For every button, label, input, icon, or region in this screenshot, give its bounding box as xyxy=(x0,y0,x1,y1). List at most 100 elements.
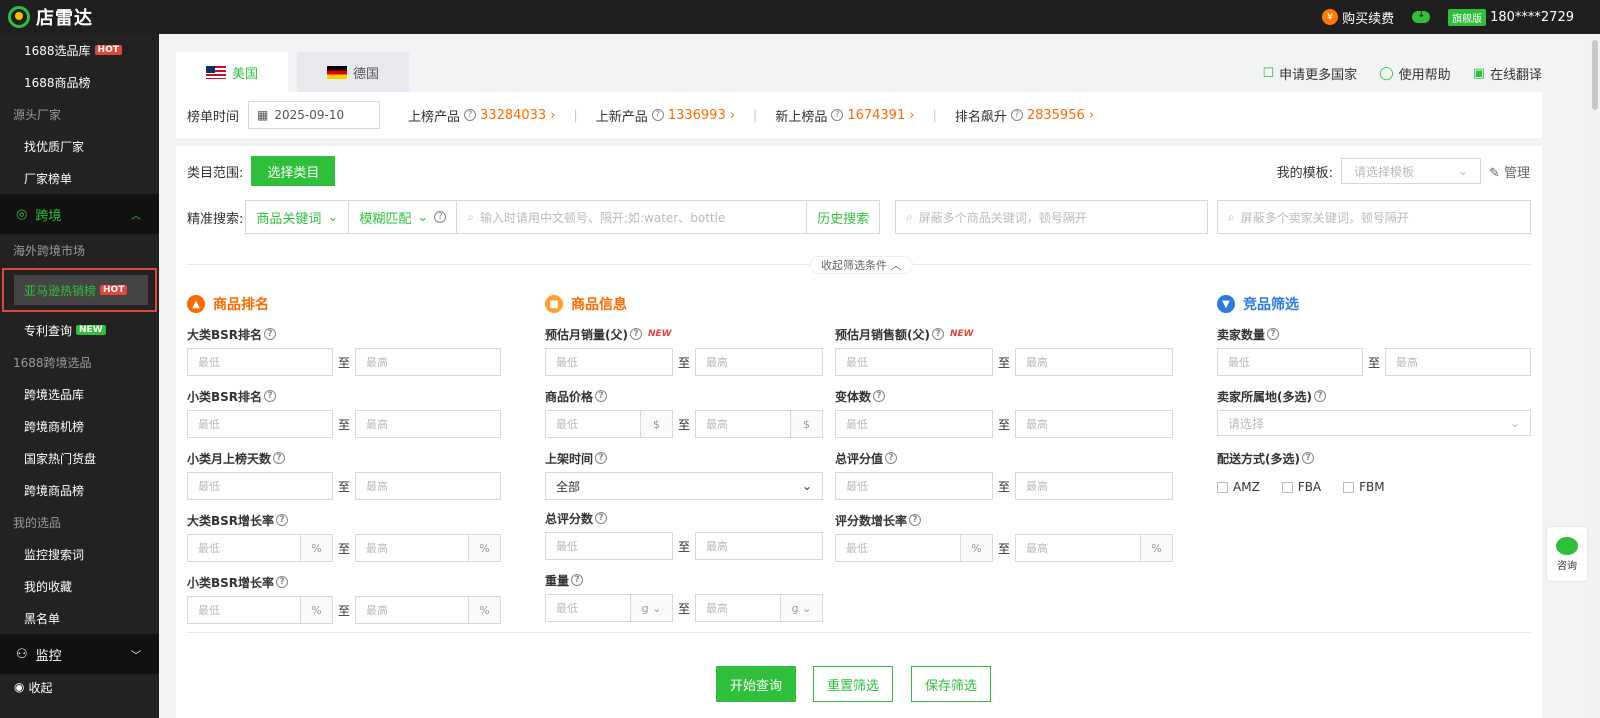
max-input[interactable]: 最高% xyxy=(1015,534,1173,562)
max-input[interactable]: 最高 $ xyxy=(695,410,823,438)
min-input[interactable]: 最低 xyxy=(187,410,333,438)
min-input[interactable]: 最低 xyxy=(545,348,673,376)
max-input[interactable]: 最高 xyxy=(1015,410,1173,438)
min-input[interactable]: 最低 xyxy=(1217,348,1363,376)
select-category-button[interactable]: 选择类目 xyxy=(251,156,336,186)
placeholder: 最低 xyxy=(198,604,220,617)
search-type-select[interactable]: 商品关键词 ⌄ xyxy=(246,201,350,233)
stat-newly-listed[interactable]: 新上榜品? 1674391 › xyxy=(775,106,914,125)
logo[interactable]: 店雷达 xyxy=(0,4,93,30)
download-cloud-icon[interactable] xyxy=(1412,9,1431,23)
scrollbar[interactable] xyxy=(1590,34,1600,718)
listing-time-select[interactable]: 全部 ⌄ xyxy=(545,472,823,500)
checkbox-fba[interactable]: FBA xyxy=(1281,480,1321,494)
sidebar-item-label: 跨境选品库 xyxy=(24,387,85,402)
max-input[interactable]: 最高 xyxy=(1015,472,1173,500)
keyword-search-input[interactable]: ⌕ 输入时请用中文顿号、隔开;如:water、bottle xyxy=(457,201,808,233)
checkbox-amz[interactable]: AMZ xyxy=(1217,480,1260,494)
sidebar-group-source: 源头厂家 xyxy=(13,107,62,122)
help-link[interactable]: ◯ 使用帮助 xyxy=(1379,64,1451,83)
translate-link[interactable]: ▣ 在线翻译 xyxy=(1473,64,1542,83)
section-title-info: ■ 商品信息 xyxy=(545,294,627,314)
max-input[interactable]: 最高 xyxy=(355,348,501,376)
help-icon: ◯ xyxy=(1379,66,1394,81)
min-input[interactable]: 最低 $ xyxy=(545,410,673,438)
history-search-button[interactable]: 历史搜索 xyxy=(807,201,879,233)
seller-region-select[interactable]: 请选择 ⌄ xyxy=(1217,410,1531,436)
sidebar-item-cross-library[interactable]: 跨境选品库 xyxy=(0,378,159,410)
min-input[interactable]: 最低 g ⌄ xyxy=(545,594,673,622)
max-input[interactable]: 最高 xyxy=(695,348,823,376)
sidebar-item-patent[interactable]: 专利查询 NEW xyxy=(0,314,159,346)
min-input[interactable]: 最低 xyxy=(187,472,333,500)
field-label: 评分数增长率 xyxy=(835,513,908,528)
tab-germany[interactable]: 德国 xyxy=(297,52,409,92)
max-input[interactable]: 最高 g ⌄ xyxy=(695,594,823,622)
sidebar-item-cross-opportunity[interactable]: 跨境商机榜 xyxy=(0,410,159,442)
min-input[interactable]: 最低 xyxy=(545,532,673,560)
sidebar-item-1688-ranking[interactable]: 1688商品榜 xyxy=(0,66,159,98)
max-input[interactable]: 最高 xyxy=(355,472,501,500)
template-select[interactable]: 请选择模板 ⌄ xyxy=(1340,158,1481,184)
sidebar-item-1688-library[interactable]: 1688选品库 HOT xyxy=(0,34,159,66)
stat-label: 上榜产品 xyxy=(408,109,461,125)
max-input[interactable]: 最高% xyxy=(355,534,501,562)
sidebar-item-favorites[interactable]: 我的收藏 xyxy=(0,570,159,602)
max-input[interactable]: 最高 xyxy=(1385,348,1531,376)
collapse-filters-button[interactable]: 收起筛选条件 ︿ xyxy=(810,256,913,274)
unit-select[interactable]: g ⌄ xyxy=(780,595,822,621)
sidebar-item-find-factory[interactable]: 找优质厂家 xyxy=(0,130,159,162)
consult-widget[interactable]: 咨询 xyxy=(1546,526,1588,582)
match-type-select[interactable]: 模糊匹配 ⌄? xyxy=(349,201,458,233)
tab-usa[interactable]: 美国 xyxy=(176,52,288,92)
reset-filters-button[interactable]: 重置筛选 xyxy=(813,666,893,702)
stat-listed[interactable]: 上榜产品? 33284033 › xyxy=(408,106,555,125)
placeholder: 最低 xyxy=(198,418,220,431)
max-input[interactable]: 最高 xyxy=(695,532,823,560)
checkbox-box xyxy=(1343,481,1355,493)
save-filters-button[interactable]: 保存筛选 xyxy=(911,666,991,702)
min-input[interactable]: 最低 xyxy=(835,410,993,438)
sidebar-item-cross-products[interactable]: 跨境商品榜 xyxy=(0,474,159,506)
min-input[interactable]: 最低% xyxy=(835,534,993,562)
min-input[interactable]: 最低% xyxy=(187,596,333,624)
top-bar: 店雷达 ¥ 购买续费 旗舰版 180****2729 xyxy=(0,0,1600,34)
sidebar-category-cross-border[interactable]: ◎ 跨境 ︿ xyxy=(0,194,159,234)
max-input[interactable]: 最高% xyxy=(355,596,501,624)
unit-select[interactable]: g ⌄ xyxy=(630,595,672,621)
sidebar-item-amazon-bestsellers[interactable]: 亚马逊热销榜 HOT xyxy=(14,275,148,305)
stat-new-products[interactable]: 上新产品? 1336993 › xyxy=(596,106,735,125)
min-input[interactable]: 最低% xyxy=(187,534,333,562)
person-icon: ⚇ xyxy=(16,646,28,662)
request-countries-link[interactable]: ☐ 申请更多国家 xyxy=(1262,64,1357,83)
yen-icon: ¥ xyxy=(1322,9,1339,25)
min-input[interactable]: 最低 xyxy=(835,348,993,376)
divider: | xyxy=(752,107,758,123)
sidebar-item-blacklist[interactable]: 黑名单 xyxy=(0,602,159,634)
min-input[interactable]: 最低 xyxy=(835,472,993,500)
max-input[interactable]: 最高 xyxy=(355,410,501,438)
buy-renew-button[interactable]: ¥ 购买续费 xyxy=(1322,8,1394,27)
sidebar-category-monitor[interactable]: ⚇ 监控 ﹀ xyxy=(0,634,159,674)
user-menu[interactable]: 旗舰版 180****2729 xyxy=(1448,8,1574,26)
scrollbar-thumb[interactable] xyxy=(1592,40,1598,110)
stat-rank-surge[interactable]: 排名飙升? 2835956 › xyxy=(955,106,1094,125)
start-query-button[interactable]: 开始查询 xyxy=(716,666,796,702)
sidebar-item-country-hot[interactable]: 国家热门货盘 xyxy=(0,442,159,474)
min-input[interactable]: 最低 xyxy=(187,348,333,376)
field-small-days: 小类月上榜天数? 最低 至 最高 xyxy=(187,450,501,500)
sidebar-item-monitor-keywords[interactable]: 监控搜索词 xyxy=(0,538,159,570)
sidebar-collapse-button[interactable]: ◉ 收起 xyxy=(0,674,159,700)
sidebar-item-factory-ranking[interactable]: 厂家榜单 xyxy=(0,162,159,194)
sidebar-group-overseas: 海外跨境市场 xyxy=(13,243,86,258)
block-product-keywords-input[interactable]: ⌕ 屏蔽多个商品关键词，顿号隔开 xyxy=(895,200,1208,234)
max-input[interactable]: 最高 xyxy=(1015,348,1173,376)
date-picker[interactable]: ▦ 2025-09-10 xyxy=(248,101,381,129)
chevron-right-icon: › xyxy=(729,107,735,123)
block-seller-keywords-input[interactable]: ⌕ 屏蔽多个卖家关键词，顿号隔开 xyxy=(1217,200,1531,234)
placeholder: 最低 xyxy=(198,480,220,493)
sidebar: 1688选品库 HOT 1688商品榜 源头厂家 找优质厂家 厂家榜单 ◎ 跨境 … xyxy=(0,34,159,718)
checkbox-fbm[interactable]: FBM xyxy=(1343,480,1385,494)
manage-template-button[interactable]: ✎ 管理 xyxy=(1489,162,1530,181)
hot-badge: HOT xyxy=(100,285,128,295)
